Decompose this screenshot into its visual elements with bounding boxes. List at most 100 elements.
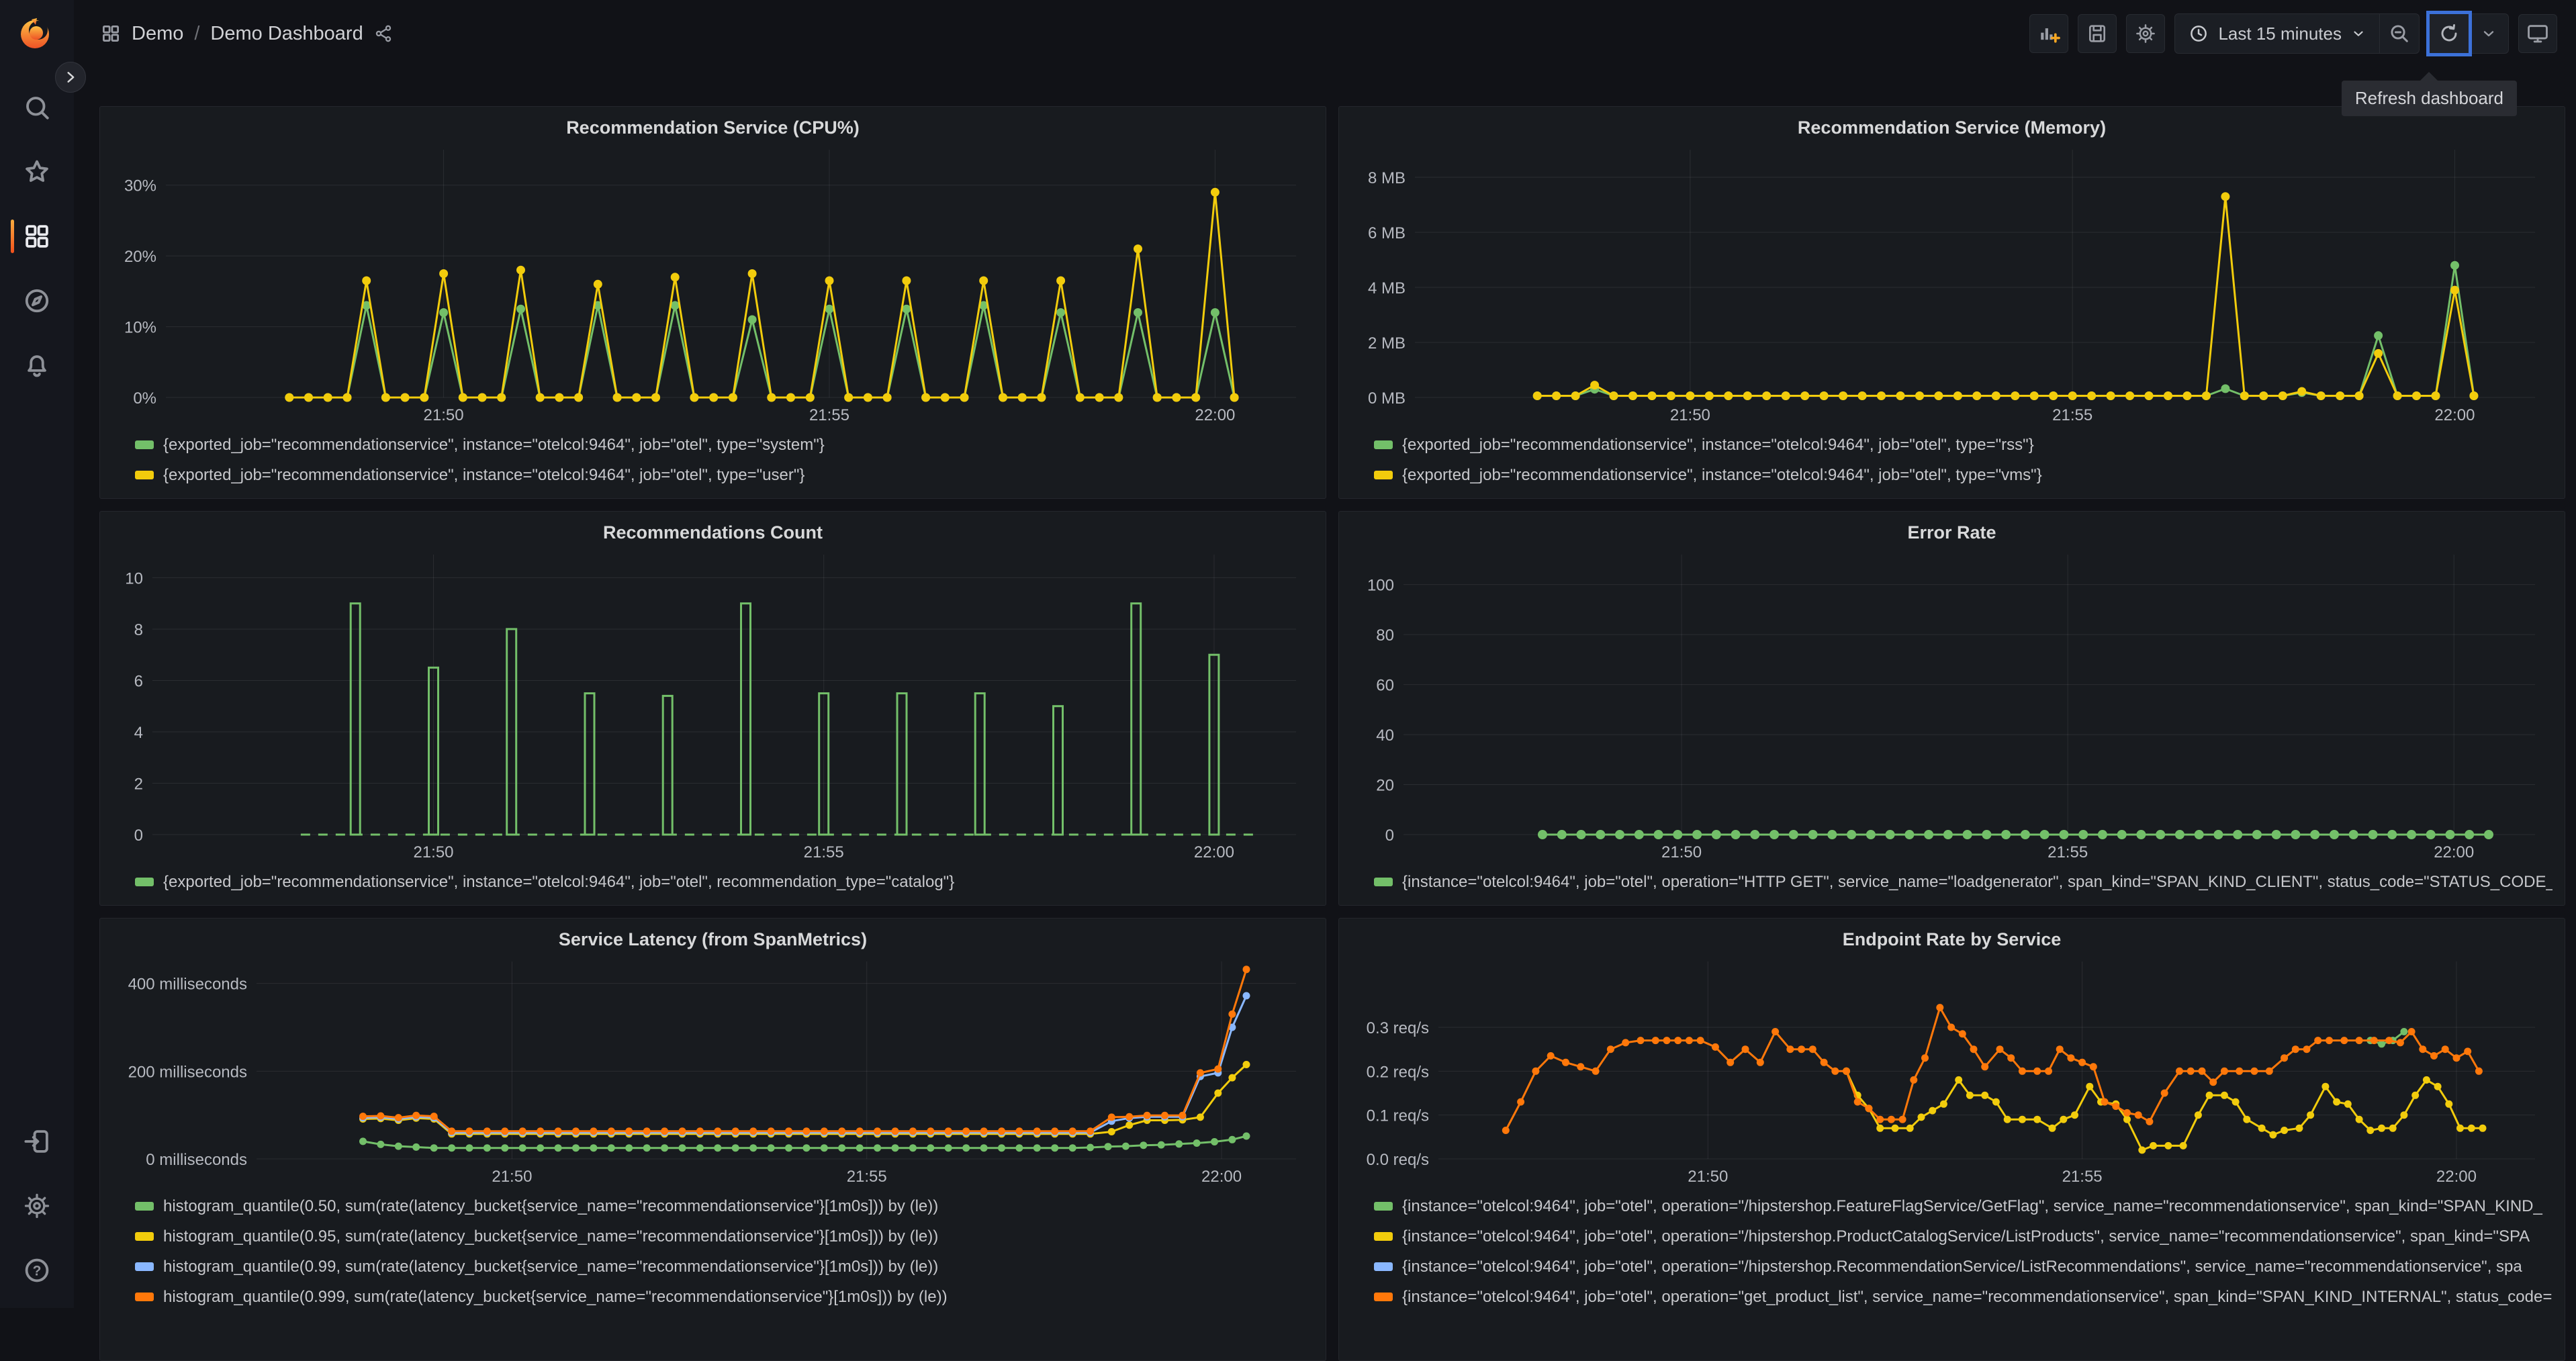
cycle-view-icon	[2528, 25, 2548, 43]
memory-chart[interactable]: 21:50 21:55 22:00 0 MB 2 MB 4 MB 6 MB 8 MB	[1351, 140, 2552, 427]
legend-label[interactable]: histogram_quantile(0.999, sum(rate(laten…	[163, 1288, 948, 1307]
recommendations-count-chart[interactable]: 21:50 21:55 22:00 0 2 4 6 8 10	[112, 545, 1314, 864]
svg-text:0: 0	[1385, 827, 1394, 845]
legend-label[interactable]: {instance="otelcol:9464", job="otel", op…	[1402, 1258, 2522, 1276]
time-range-label: Last 15 minutes	[2218, 23, 2342, 44]
legend-swatch[interactable]	[135, 1262, 154, 1271]
panel-title[interactable]: Error Rate	[1351, 520, 2552, 545]
sidebar-item-help[interactable]: ?	[0, 1252, 74, 1289]
add-panel-button[interactable]	[2029, 14, 2069, 53]
legend-swatch[interactable]	[1374, 1262, 1393, 1271]
legend-label[interactable]: {exported_job="recommendationservice", i…	[1402, 436, 2034, 455]
settings-gear-icon	[24, 1193, 50, 1219]
legend-label[interactable]: histogram_quantile(0.50, sum(rate(latenc…	[163, 1197, 938, 1216]
legend-swatch[interactable]	[1374, 878, 1393, 886]
legend: {instance="otelcol:9464", job="otel", op…	[1351, 1188, 2552, 1312]
sidebar-nav	[0, 89, 74, 384]
sidebar-item-alerting[interactable]	[0, 346, 74, 384]
svg-text:8 MB: 8 MB	[1368, 169, 1406, 187]
legend-swatch[interactable]	[1374, 440, 1393, 449]
legend-swatch[interactable]	[135, 471, 154, 479]
cycle-view-button[interactable]	[2518, 14, 2557, 53]
panel-title[interactable]: Recommendation Service (Memory)	[1351, 115, 2552, 140]
service-latency-chart[interactable]: 21:50 21:55 22:00 0 milliseconds 200 millise…	[112, 952, 1314, 1188]
zoom-out-icon	[2391, 25, 2408, 42]
legend-label[interactable]: histogram_quantile(0.99, sum(rate(latenc…	[163, 1258, 938, 1276]
svg-text:10%: 10%	[124, 319, 156, 337]
legend-swatch[interactable]	[1374, 1293, 1393, 1301]
svg-text:21:55: 21:55	[809, 406, 849, 424]
legend-swatch[interactable]	[135, 878, 154, 886]
panel-title[interactable]: Recommendations Count	[112, 520, 1314, 545]
breadcrumb-current[interactable]: Demo Dashboard	[210, 23, 363, 45]
sidebar-item-dashboards[interactable]	[0, 218, 74, 255]
svg-text:6 MB: 6 MB	[1368, 224, 1406, 242]
dashboard-settings-icon	[2136, 24, 2156, 43]
legend-label[interactable]: histogram_quantile(0.95, sum(rate(latenc…	[163, 1227, 938, 1246]
time-range-picker[interactable]: Last 15 minutes	[2175, 14, 2379, 53]
legend-label[interactable]: {exported_job="recommendationservice", i…	[163, 873, 954, 892]
chevron-down-icon	[2354, 31, 2363, 36]
sidebar-item-sign-in[interactable]	[0, 1123, 74, 1160]
legend-swatch[interactable]	[135, 1202, 154, 1211]
svg-text:30%: 30%	[124, 177, 156, 195]
legend-swatch[interactable]	[135, 1293, 154, 1301]
legend-label[interactable]: {exported_job="recommendationservice", i…	[163, 436, 825, 455]
endpoint-rate-chart[interactable]: 21:50 21:55 22:00 0.0 req/s 0.1 req/s 0.2 req…	[1351, 952, 2552, 1188]
save-dashboard-button[interactable]	[2078, 14, 2117, 53]
refresh-group	[2429, 13, 2509, 54]
legend-label[interactable]: {instance="otelcol:9464", job="otel", op…	[1402, 1197, 2542, 1216]
svg-text:0 MB: 0 MB	[1368, 389, 1406, 408]
svg-text:20%: 20%	[124, 248, 156, 266]
sidebar-item-settings[interactable]	[0, 1187, 74, 1225]
time-controls-group: Last 15 minutes	[2174, 13, 2420, 54]
svg-text:0: 0	[134, 827, 143, 845]
panel-title[interactable]: Service Latency (from SpanMetrics)	[112, 927, 1314, 952]
svg-text:2: 2	[134, 775, 143, 793]
svg-text:22:00: 22:00	[2436, 1168, 2477, 1186]
svg-text:22:00: 22:00	[1195, 406, 1235, 424]
svg-text:6: 6	[134, 672, 143, 690]
panel-title[interactable]: Recommendation Service (CPU%)	[112, 115, 1314, 140]
panel-title[interactable]: Endpoint Rate by Service	[1351, 927, 2552, 952]
svg-text:8: 8	[134, 621, 143, 639]
legend-swatch[interactable]	[135, 1232, 154, 1241]
legend-swatch[interactable]	[1374, 1202, 1393, 1211]
svg-text:21:50: 21:50	[1670, 406, 1710, 424]
legend-label[interactable]: {exported_job="recommendationservice", i…	[1402, 466, 2042, 485]
legend-swatch[interactable]	[1374, 1232, 1393, 1241]
legend-label[interactable]: {instance="otelcol:9464", job="otel", op…	[1402, 1288, 2552, 1307]
grafana-logo[interactable]	[18, 15, 56, 52]
refresh-button[interactable]	[2430, 14, 2469, 53]
legend-label[interactable]: {instance="otelcol:9464", job="otel", op…	[1402, 1227, 2530, 1246]
share-icon[interactable]	[374, 24, 393, 43]
cpu-chart[interactable]: 21:50 21:55 22:00 0% 10% 20% 30%	[112, 140, 1314, 427]
legend-item: {exported_job="recommendationservice", i…	[1374, 460, 2552, 490]
save-dashboard-icon	[2089, 25, 2106, 42]
legend-label[interactable]: {instance="otelcol:9464", job="otel", op…	[1402, 873, 2552, 892]
legend-item: {instance="otelcol:9464", job="otel", op…	[1374, 1191, 2552, 1221]
legend-item: {instance="otelcol:9464", job="otel", op…	[1374, 1282, 2552, 1312]
dashboard-settings-button[interactable]	[2126, 14, 2166, 53]
legend-swatch[interactable]	[135, 440, 154, 449]
refresh-interval-dropdown[interactable]	[2469, 14, 2508, 53]
expand-sidebar-button[interactable]	[55, 62, 86, 93]
error-rate-chart[interactable]: 21:50 21:55 22:00 0 20 40 60 80 100	[1351, 545, 2552, 864]
legend-item: {exported_job="recommendationservice", i…	[135, 430, 1314, 460]
legend-label[interactable]: {exported_job="recommendationservice", i…	[163, 466, 804, 485]
svg-text:0.2 req/s: 0.2 req/s	[1367, 1063, 1429, 1081]
legend-swatch[interactable]	[1374, 471, 1393, 479]
legend: {instance="otelcol:9464", job="otel", op…	[1351, 864, 2552, 897]
sidebar-item-explore[interactable]	[0, 282, 74, 320]
legend: {exported_job="recommendationservice", i…	[112, 864, 1314, 897]
svg-text:21:50: 21:50	[492, 1168, 532, 1186]
sidebar-item-search[interactable]	[0, 89, 74, 126]
sidebar-item-starred[interactable]	[0, 153, 74, 191]
svg-text:200 milliseconds: 200 milliseconds	[128, 1063, 247, 1081]
breadcrumb-folder[interactable]: Demo	[132, 23, 183, 45]
legend-item: {instance="otelcol:9464", job="otel", op…	[1374, 1221, 2552, 1252]
zoom-out-button[interactable]	[2380, 14, 2419, 53]
apps-icon[interactable]	[101, 24, 121, 44]
panel-recommendations-count: Recommendations Count 21:50 21:55 22:00 0 2 4…	[99, 511, 1326, 906]
legend: {exported_job="recommendationservice", i…	[1351, 427, 2552, 490]
